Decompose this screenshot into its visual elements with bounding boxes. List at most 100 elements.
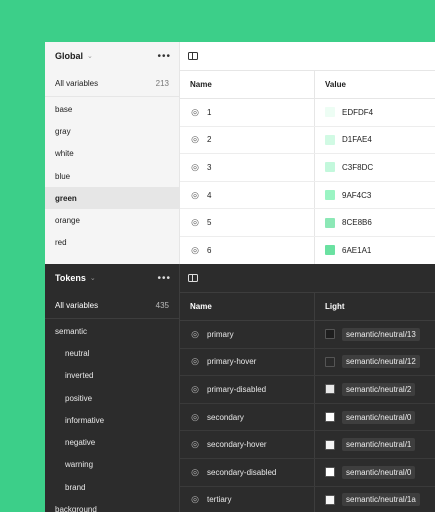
group-item-white[interactable]: white	[45, 143, 179, 165]
variable-value-cell[interactable]: semantic/neutral/0	[315, 404, 416, 431]
tokens-variables-table: Name Light ◎ primary semantic/neutral/13 ◎ p…	[180, 264, 435, 512]
variable-rows: ◎ primary semantic/neutral/13 ◎ primary-hove…	[180, 321, 435, 512]
alias-pill[interactable]: semantic/neutral/1a	[342, 493, 420, 507]
variable-name: 6	[207, 245, 212, 255]
alias-pill[interactable]: semantic/neutral/0	[342, 410, 416, 424]
group-item-informative[interactable]: informative	[45, 409, 179, 431]
group-item-orange[interactable]: orange	[45, 209, 179, 231]
color-variable-icon: ◎	[191, 466, 199, 477]
variable-name: 1	[207, 107, 212, 117]
color-swatch	[325, 162, 335, 173]
variable-value-cell[interactable]: C3F8DC	[315, 154, 373, 181]
all-variables-item[interactable]: All variables 435	[45, 292, 179, 319]
variable-value-cell[interactable]: semantic/neutral/0	[315, 459, 416, 486]
alias-pill[interactable]: semantic/neutral/0	[342, 465, 416, 479]
collection-selector-global[interactable]: Global ⌄ •••	[55, 42, 171, 70]
collection-name: Tokens	[55, 273, 86, 283]
hex-value: C3F8DC	[342, 162, 374, 172]
variable-value-cell[interactable]: semantic/neutral/1	[315, 431, 416, 458]
hex-value: 9AF4C3	[342, 190, 372, 200]
variable-name: primary-disabled	[207, 384, 267, 394]
all-variables-item[interactable]: All variables 213	[45, 70, 179, 97]
color-variable-icon: ◎	[191, 328, 199, 339]
variable-row[interactable]: ◎ primary-disabled semantic/neutral/2	[180, 376, 435, 404]
variable-name-cell: ◎ primary-hover	[180, 348, 315, 376]
variable-row[interactable]: ◎ 1 EDFDF4	[180, 99, 435, 127]
color-variable-icon: ◎	[191, 189, 199, 200]
variable-value-cell[interactable]: D1FAE4	[315, 127, 372, 154]
color-variable-icon: ◎	[191, 494, 199, 505]
alias-pill[interactable]: semantic/neutral/1	[342, 438, 416, 452]
variable-row[interactable]: ◎ secondary-hover semantic/neutral/1	[180, 431, 435, 459]
group-item-positive[interactable]: positive	[45, 387, 179, 409]
group-item-negative[interactable]: negative	[45, 431, 179, 453]
group-list: semantic neutral inverted positive informati…	[45, 320, 179, 512]
group-item-neutral[interactable]: neutral	[45, 342, 179, 364]
variable-row[interactable]: ◎ 3 C3F8DC	[180, 154, 435, 182]
hex-value: 8CE8B6	[342, 218, 372, 228]
tokens-collection-panel: Tokens ⌄ ••• All variables 435 semantic n…	[45, 264, 435, 512]
group-item-base[interactable]: base	[45, 98, 179, 120]
group-item-green[interactable]: green	[45, 187, 179, 210]
global-collection-panel: Global ⌄ ••• All variables 213 base gray w…	[45, 42, 435, 264]
group-item-semantic[interactable]: semantic	[45, 320, 179, 342]
color-swatch	[325, 439, 335, 450]
variable-name-cell: ◎ primary	[180, 321, 315, 348]
more-horizontal-icon[interactable]: •••	[157, 273, 171, 284]
alias-pill[interactable]: semantic/neutral/12	[342, 355, 420, 369]
all-variables-label: All variables	[55, 300, 99, 310]
group-item-brand[interactable]: brand	[45, 476, 179, 498]
sidebar-toggle-icon[interactable]	[188, 52, 198, 60]
variable-row[interactable]: ◎ 4 9AF4C3	[180, 181, 435, 210]
variable-row[interactable]: ◎ 2 D1FAE4	[180, 126, 435, 155]
hex-value: D1FAE4	[342, 135, 372, 145]
group-list: base gray white blue green orange red	[45, 98, 179, 254]
variable-row[interactable]: ◎ 6 6AE1A1	[180, 236, 435, 264]
variable-value-cell[interactable]: 9AF4C3	[315, 182, 371, 209]
alias-pill[interactable]: semantic/neutral/13	[342, 327, 420, 341]
variable-name-cell: ◎ primary-disabled	[180, 376, 315, 403]
collection-selector-tokens[interactable]: Tokens ⌄ •••	[55, 264, 171, 292]
variable-value-cell[interactable]: 8CE8B6	[315, 209, 372, 236]
color-swatch	[325, 467, 335, 478]
group-item-blue[interactable]: blue	[45, 165, 179, 187]
group-item-gray[interactable]: gray	[45, 120, 179, 142]
alias-pill[interactable]: semantic/neutral/2	[342, 382, 416, 396]
all-variables-count: 213	[155, 78, 169, 88]
variable-value-cell[interactable]: semantic/neutral/2	[315, 376, 416, 403]
light-mode-column-header: Light	[325, 302, 345, 311]
variable-name-cell: ◎ 4	[180, 181, 315, 209]
table-header: Name Value	[180, 71, 435, 99]
more-horizontal-icon[interactable]: •••	[157, 51, 171, 62]
color-swatch	[325, 217, 335, 228]
color-swatch	[325, 329, 335, 340]
variable-value-cell[interactable]: semantic/neutral/1a	[315, 487, 420, 512]
variable-row[interactable]: ◎ 5 8CE8B6	[180, 209, 435, 237]
group-item-red[interactable]: red	[45, 232, 179, 254]
collection-name: Global	[55, 51, 84, 61]
group-item-warning[interactable]: warning	[45, 454, 179, 476]
variable-row[interactable]: ◎ secondary-disabled semantic/neutral/0	[180, 458, 435, 487]
variable-row[interactable]: ◎ primary semantic/neutral/13	[180, 321, 435, 349]
variable-value-cell[interactable]: semantic/neutral/12	[315, 349, 420, 376]
color-variable-icon: ◎	[191, 134, 199, 145]
table-header: Name Light	[180, 293, 435, 321]
variable-row[interactable]: ◎ primary-hover semantic/neutral/12	[180, 348, 435, 377]
variable-row[interactable]: ◎ secondary semantic/neutral/0	[180, 403, 435, 432]
group-item-inverted[interactable]: inverted	[45, 365, 179, 387]
variable-value-cell[interactable]: EDFDF4	[315, 99, 373, 126]
variable-value-cell[interactable]: semantic/neutral/13	[315, 321, 420, 348]
variable-name-cell: ◎ secondary-disabled	[180, 458, 315, 486]
variable-name-cell: ◎ secondary	[180, 403, 315, 431]
color-variable-icon: ◎	[191, 161, 199, 172]
variable-value-cell[interactable]: 6AE1A1	[315, 237, 371, 264]
color-variable-icon: ◎	[191, 106, 199, 117]
variable-name-cell: ◎ tertiary	[180, 486, 315, 512]
variable-row[interactable]: ◎ tertiary semantic/neutral/1a	[180, 486, 435, 512]
color-swatch	[325, 190, 335, 201]
variable-name: secondary-hover	[207, 440, 267, 450]
group-item-background[interactable]: background	[45, 498, 179, 512]
all-variables-label: All variables	[55, 78, 99, 88]
sidebar-toggle-icon[interactable]	[188, 274, 198, 282]
color-swatch	[325, 412, 335, 423]
